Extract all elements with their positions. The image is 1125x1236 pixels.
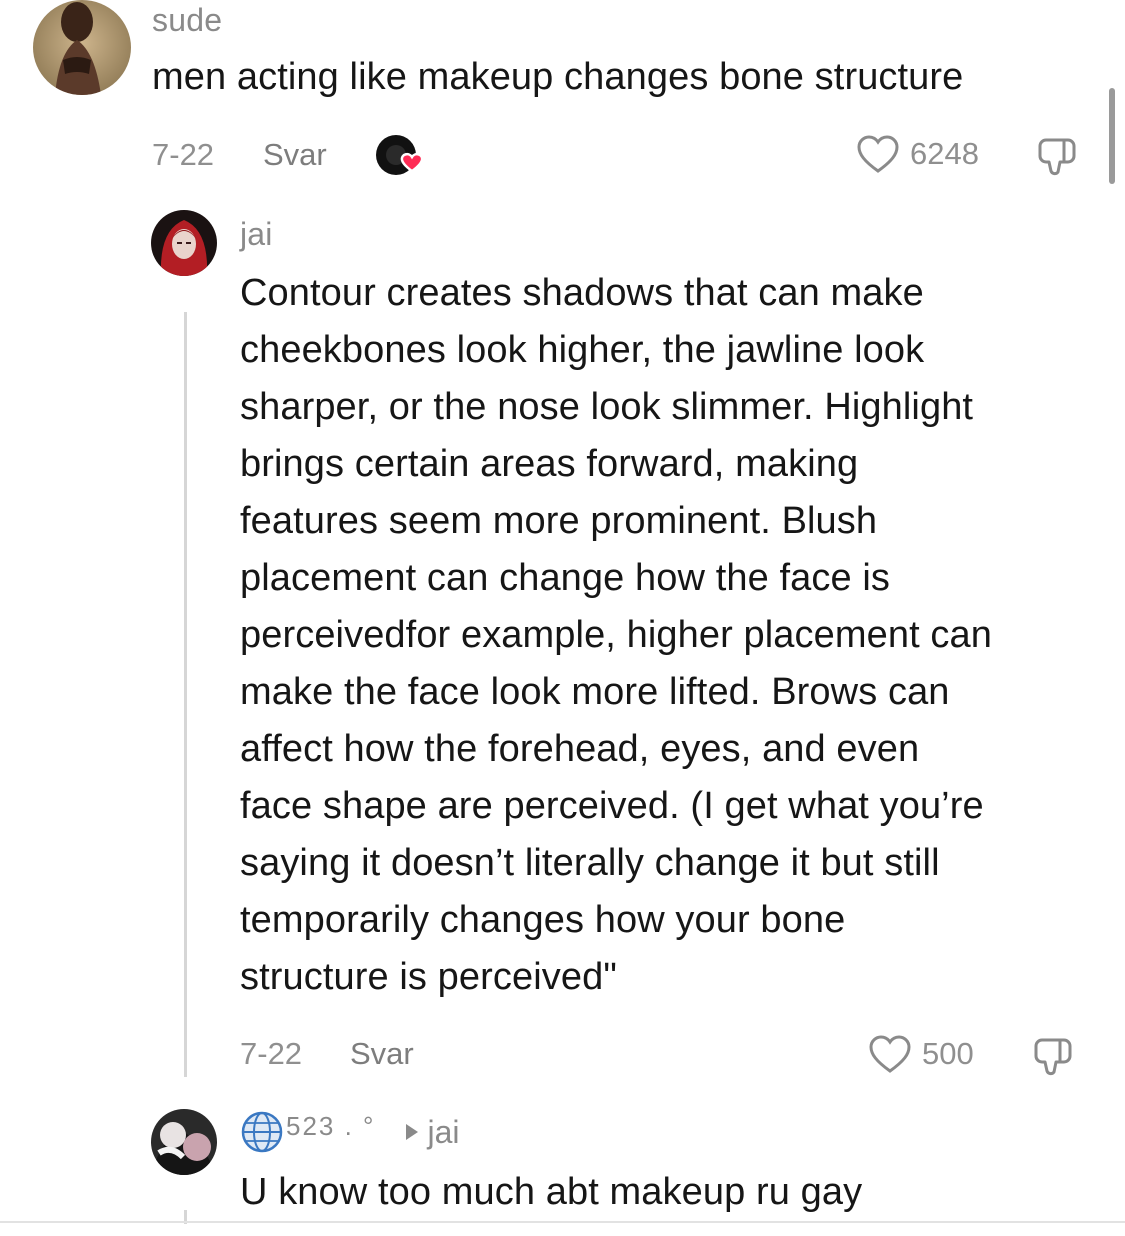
comment-text: U know too much abt makeup ru gay — [240, 1171, 863, 1213]
comment-username[interactable]: jai — [240, 216, 273, 253]
thumbs-down-outline-icon[interactable] — [1034, 134, 1080, 180]
like-count: 6248 — [910, 136, 979, 171]
comment-text-line: placement can change how the face is — [240, 557, 891, 599]
comment-text-line: perceivedfor example, higher placement c… — [240, 614, 992, 656]
comment-date: 7-22 — [240, 1036, 303, 1071]
comment-text: men acting like makeup changes bone stru… — [152, 56, 964, 98]
heart-outline-icon[interactable] — [868, 1034, 912, 1074]
heart-outline-icon[interactable] — [856, 134, 900, 174]
avatar-sude-image — [33, 0, 131, 95]
reply-header: 523 . ° jai — [240, 1110, 459, 1154]
globe-icon — [240, 1110, 284, 1154]
like-count: 500 — [922, 1036, 974, 1071]
play-triangle-icon — [405, 1123, 419, 1141]
comment-text-line: saying it doesn’t literally change it bu… — [240, 842, 940, 884]
avatar-jai[interactable] — [151, 210, 217, 276]
comment-date: 7-22 — [152, 137, 215, 172]
comment-text-line: make the face look more lifted. Brows ca… — [240, 671, 950, 713]
reply-to-username[interactable]: jai — [427, 1114, 459, 1151]
comment-text-line: sharper, or the nose look slimmer. Highl… — [240, 386, 974, 428]
reply-button[interactable]: Svar — [350, 1036, 414, 1072]
creator-liked-avatar-icon — [374, 133, 434, 179]
comment-text-line: face shape are perceived. (I get what yo… — [240, 785, 984, 827]
avatar-523-image — [151, 1109, 217, 1175]
comment-text-line: brings certain areas forward, making — [240, 443, 859, 485]
like-group: 6248 — [856, 134, 979, 174]
avatar-jai-image — [151, 210, 217, 276]
comment-username[interactable]: sude — [152, 2, 222, 39]
comment-text-line: affect how the forehead, eyes, and even — [240, 728, 920, 770]
comment-text: Contour creates shadows that can make ch… — [240, 265, 1110, 1006]
reply-button[interactable]: Svar — [263, 137, 327, 173]
comment-text-line: features seem more prominent. Blush — [240, 500, 878, 542]
avatar-sude[interactable] — [33, 0, 131, 95]
like-group: 500 — [868, 1034, 974, 1074]
comment-text-line: structure is perceived" — [240, 956, 617, 998]
thread-line — [184, 312, 187, 1077]
thumbs-down-outline-icon[interactable] — [1030, 1034, 1076, 1080]
comment-username[interactable]: 523 . ° — [286, 1111, 375, 1142]
divider — [0, 1221, 1125, 1223]
comment-text-line: temporarily changes how your bone — [240, 899, 846, 941]
comment-text-line: cheekbones look higher, the jawline look — [240, 329, 925, 371]
scrollbar[interactable] — [1109, 88, 1115, 184]
comment-text-line: Contour creates shadows that can make — [240, 272, 924, 314]
avatar-523[interactable] — [151, 1109, 217, 1175]
